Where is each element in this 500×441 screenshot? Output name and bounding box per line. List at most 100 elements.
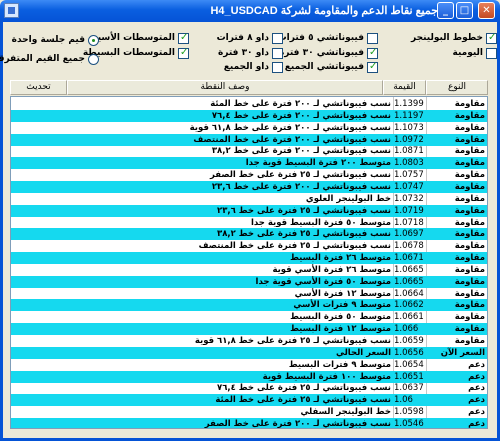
row-description: خط البولينجر العلوي [305,193,391,204]
row-type: دعم [468,395,485,406]
daw-30-label: داو ٣٠ فترة [217,48,269,58]
list-row[interactable]: مقاومة 1.0661 متوسط ٥٠ فترة البسيط [11,311,487,323]
row-value: 1.0662 [394,300,424,311]
daw-all-label: داو الجميع [223,62,269,72]
row-description: متوسط ٩ فترات الأسي [293,300,391,311]
daily-checkbox[interactable] [486,48,497,59]
list-row[interactable]: مقاومة 1.0697 نسب فيبوناتشي لـ ٢٥ فترة على… [11,228,487,241]
list-row[interactable]: دعم 1.0546 نسب فيبوناتشي لـ ٢٠٠ فترة على خ… [11,417,487,429]
list-row[interactable]: مقاومة 1.0803 متوسط ٢٠٠ فترة البسيط قوية ج… [11,157,487,170]
row-description: متوسط ٢٦ فترة الأسي قوية [272,264,391,275]
list-row[interactable]: دعم 1.0651 متوسط ١٠٠ فترة البسيط قوية [11,370,487,383]
list-row[interactable]: مقاومة 1.0664 متوسط ١٢ فترة الأسي [11,288,487,300]
list-row[interactable]: مقاومة 1.0871 نسب فيبوناتشي لـ ٢٠٠ فترة عل… [11,145,487,157]
row-type: دعم [468,418,485,429]
row-description: نسب فيبوناتشي لـ ٢٥ فترة على خط الصفر [209,170,391,181]
row-description: نسب فيبوناتشي لـ ٢٠٠ فترة على خط ٦١,٨ قو… [189,122,391,133]
title-bar[interactable]: جميع نقاط الدعم والمقاومة لشركة H4_USDCA… [0,0,500,22]
row-type: دعم [468,359,485,370]
row-description: نسب فيبوناتشي لـ ٢٥ فترة على خط المنتصف [198,241,391,252]
row-description: نسب فيبوناتشي لـ ٢٠٠ فترة على خط المئة [210,99,391,109]
list-row[interactable]: مقاومة 1.1197 نسب فيبوناتشي لـ ٢٠٠ فترة عل… [11,109,487,122]
row-description: نسب فيبوناتشي لـ ٢٠٠ فترة على خط ٣٨,٢ [211,146,391,157]
row-type: مقاومة [454,110,485,121]
row-description: نسب فيبوناتشي لـ ٢٠٠ فترة على خط ٢٣,٦ [211,181,391,192]
row-value: 1.0546 [394,418,424,429]
row-value: 1.066 [394,324,419,335]
bollinger-lines-checkbox[interactable] [486,32,497,44]
one-session-radio[interactable] [88,35,99,46]
list-row[interactable]: مقاومة 1.0718 متوسط ٥٠ فترة البسيط قوية جد… [11,217,487,229]
list-row[interactable]: مقاومة 1.066 متوسط ١٢ فترة البسيط [11,323,487,336]
row-type: مقاومة [454,170,485,181]
ma-exp-checkbox[interactable] [178,32,189,44]
daw-8-checkbox[interactable] [272,33,283,44]
close-button[interactable]: ✕ [478,2,495,19]
row-value: 1.0678 [394,241,424,252]
row-type: دعم [468,407,485,418]
row-description: متوسط ٥٠ فترة البسيط [290,312,391,323]
row-description: متوسط ٢٦ فترة البسيط [290,253,391,264]
row-description: نسب فيبوناتشي لـ ٢٥ فترة على خط ٢٣,٦ [217,205,391,216]
row-description: السعر الحالي [335,347,391,358]
row-description: متوسط ٢٠٠ فترة البسيط قوية جدا [245,158,391,169]
list-row[interactable]: السعر الآن 1.0656 السعر الحالي [11,346,487,359]
list-row[interactable]: مقاومة 1.1399 نسب فيبوناتشي لـ ٢٠٠ فترة عل… [11,98,487,110]
row-type: مقاومة [454,99,485,109]
row-value: 1.0656 [394,347,424,358]
list-row[interactable]: دعم 1.06 نسب فيبوناتشي لـ ٢٥ فترة على خط ا… [11,394,487,407]
list-row[interactable]: مقاومة 1.0747 نسب فيبوناتشي لـ ٢٠٠ فترة عل… [11,180,487,193]
fib-30-label: فيبوناتشي ٣٠ فترة [278,48,364,58]
list-row[interactable]: مقاومة 1.0719 نسب فيبوناتشي لـ ٢٥ فترة على… [11,204,487,217]
row-value: 1.0659 [394,336,424,346]
fib-all-checkbox[interactable] [367,61,378,73]
app-icon [4,3,19,18]
row-value: 1.0697 [394,229,424,240]
list-row[interactable]: مقاومة 1.0671 متوسط ٢٦ فترة البسيط [11,252,487,265]
row-value: 1.0651 [394,371,424,382]
fib-30-checkbox[interactable] [367,47,378,59]
row-description: نسب فيبوناتشي لـ ٢٥ فترة على خط ٦١,٨ قوي… [194,336,391,346]
list-row[interactable]: دعم 1.0598 خط البولينجر السفلي [11,406,487,418]
maximize-button[interactable]: □ [456,2,473,19]
row-type: مقاومة [454,158,485,169]
all-scattered-radio[interactable] [88,54,99,65]
column-header-description[interactable]: وصف النقطة [67,80,383,95]
fib-5-checkbox[interactable] [367,33,378,44]
list-row[interactable]: مقاومة 1.0659 نسب فيبوناتشي لـ ٢٥ فترة على… [11,335,487,347]
row-type: مقاومة [454,122,485,133]
row-value: 1.0665 [394,264,424,275]
list-row[interactable]: مقاومة 1.0678 نسب فيبوناتشي لـ ٢٥ فترة على… [11,240,487,252]
list-row[interactable]: مقاومة 1.1073 نسب فيبوناتشي لـ ٢٠٠ فترة عل… [11,122,487,134]
row-value: 1.0871 [394,146,424,157]
daw-all-checkbox[interactable] [272,62,283,73]
row-value: 1.0637 [394,383,424,394]
list-row[interactable]: مقاومة 1.0662 متوسط ٩ فترات الأسي [11,299,487,312]
daw-30-checkbox[interactable] [272,48,283,59]
fib-all-label: فيبوناتشي الجميع [284,62,364,72]
points-list[interactable]: مقاومة 1.1399 نسب فيبوناتشي لـ ٢٠٠ فترة عل… [10,96,488,429]
row-type: دعم [468,371,485,382]
one-session-label: قيم جلسة واحدة [11,35,85,45]
row-value: 1.0803 [394,158,424,169]
list-row[interactable]: مقاومة 1.0972 نسب فيبوناتشي لـ ٢٠٠ فترة عل… [11,133,487,146]
row-value: 1.0732 [394,193,424,204]
list-row[interactable]: مقاومة 1.0757 نسب فيبوناتشي لـ ٢٥ فترة على… [11,169,487,181]
row-description: متوسط ٥٠ فترة البسيط قوية جدا [250,217,391,228]
row-value: 1.0664 [394,288,424,299]
minimize-button[interactable]: _ [437,2,454,19]
row-type: مقاومة [454,241,485,252]
list-row[interactable]: دعم 1.0637 نسب فيبوناتشي لـ ٢٥ فترة على خط… [11,382,487,394]
list-row[interactable]: مقاومة 1.0665 متوسط ٥٠ فترة الأسي قوية جدا [11,275,487,288]
daw-8-label: داو ٨ فترات [216,33,269,43]
row-description: خط البولينجر السفلي [300,407,391,418]
row-description: متوسط ٥٠ فترة الأسي قوية جدا [255,276,391,287]
list-row[interactable]: مقاومة 1.0732 خط البولينجر العلوي [11,193,487,205]
row-type: مقاومة [454,205,485,216]
refresh-button[interactable]: تحديث [10,80,67,95]
list-row[interactable]: مقاومة 1.0665 متوسط ٢٦ فترة الأسي قوية [11,264,487,276]
column-header-type[interactable]: النوع [426,80,488,95]
list-row[interactable]: دعم 1.0654 متوسط ٩ فترات البسيط [11,359,487,371]
column-header-value[interactable]: القيمة [383,80,426,95]
ma-simple-checkbox[interactable] [178,47,189,59]
